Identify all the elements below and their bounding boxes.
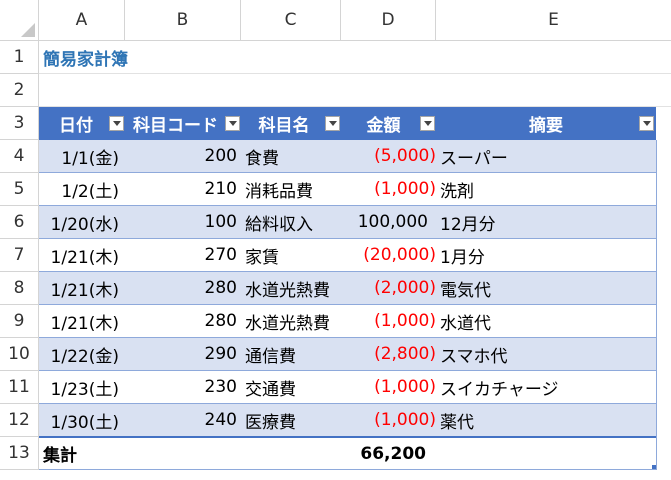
select-all-corner[interactable]	[0, 0, 39, 41]
row-header-10[interactable]: 10	[0, 338, 39, 371]
table-right-border	[656, 140, 657, 470]
table-resize-handle[interactable]	[652, 465, 656, 469]
cell-name[interactable]: 消耗品費	[245, 173, 345, 205]
table-row: 1/20(水) 100 給料収入 100,000 12月分	[39, 206, 656, 239]
row-14-partial	[39, 470, 671, 480]
cell-memo[interactable]: スイカチャージ	[440, 371, 655, 403]
table-row: 1/2(土) 210 消耗品費 (1,000) 洗剤	[39, 173, 656, 206]
column-header-b[interactable]: B	[125, 0, 241, 41]
sheet-title[interactable]: 簡易家計簿	[43, 41, 243, 73]
cell-date[interactable]: 1/21(木)	[39, 305, 125, 337]
row-header-13[interactable]: 13	[0, 437, 39, 470]
row-header-3[interactable]: 3	[0, 107, 39, 140]
row-header-12[interactable]: 12	[0, 404, 39, 437]
cell-name[interactable]: 食費	[245, 140, 345, 172]
filter-code-button[interactable]	[225, 116, 240, 131]
row-header-7[interactable]: 7	[0, 239, 39, 272]
cell-amount[interactable]: (1,000)	[341, 404, 436, 436]
cell-date[interactable]: 1/22(金)	[39, 338, 125, 370]
cell-code[interactable]: 240	[125, 404, 241, 436]
row-header-4[interactable]: 4	[0, 140, 39, 173]
cell-name[interactable]: 通信費	[245, 338, 345, 370]
cell-name[interactable]: 給料収入	[245, 206, 345, 238]
filter-memo-button[interactable]	[639, 116, 654, 131]
spreadsheet-grid: A B C D E 1 2 3 4 5 6 7 8 9 10 11 12 13 …	[0, 0, 671, 480]
row-header-5[interactable]: 5	[0, 173, 39, 206]
cell-name[interactable]: 家賃	[245, 239, 345, 271]
chevron-down-icon	[642, 121, 651, 126]
cell-name[interactable]: 水道光熱費	[245, 272, 345, 304]
cell-code[interactable]: 280	[125, 305, 241, 337]
header-memo[interactable]: 摘要	[436, 107, 656, 140]
cell-date[interactable]: 1/20(水)	[39, 206, 125, 238]
cell-memo[interactable]: 電気代	[440, 272, 655, 304]
cell-date[interactable]: 1/21(木)	[39, 239, 125, 271]
row-2	[39, 74, 671, 107]
cell-amount[interactable]: (2,800)	[341, 338, 436, 370]
cell-amount[interactable]: (1,000)	[341, 173, 436, 205]
cell-amount[interactable]: (1,000)	[341, 305, 436, 337]
cell-code[interactable]: 210	[125, 173, 241, 205]
cell-code[interactable]: 230	[125, 371, 241, 403]
filter-name-button[interactable]	[325, 116, 340, 131]
cell-code[interactable]: 100	[125, 206, 241, 238]
cell-code[interactable]: 200	[125, 140, 241, 172]
row-header-9[interactable]: 9	[0, 305, 39, 338]
chevron-down-icon	[328, 121, 337, 126]
table-row: 1/1(金) 200 食費 (5,000) スーパー	[39, 140, 656, 173]
row-header-1[interactable]: 1	[0, 41, 39, 74]
header-code[interactable]: 科目コード	[133, 107, 238, 140]
cell-memo[interactable]: 12月分	[440, 206, 655, 238]
cell-date[interactable]: 1/2(土)	[39, 173, 125, 205]
cell-amount[interactable]: (1,000)	[341, 371, 436, 403]
cell-amount[interactable]: (20,000)	[341, 239, 436, 271]
cell-code[interactable]: 270	[125, 239, 241, 271]
total-amount[interactable]: 66,200	[341, 438, 436, 469]
cell-date[interactable]: 1/30(土)	[39, 404, 125, 436]
table-header-row: 日付 科目コード 科目名 金額 摘要	[39, 107, 656, 140]
cell-memo[interactable]: スーパー	[440, 140, 655, 172]
table-row: 1/21(木) 280 水道光熱費 (2,000) 電気代	[39, 272, 656, 305]
table-row: 1/21(木) 280 水道光熱費 (1,000) 水道代	[39, 305, 656, 338]
chevron-down-icon	[423, 121, 432, 126]
select-all-triangle-icon	[21, 23, 35, 37]
cell-name[interactable]: 医療費	[245, 404, 345, 436]
filter-date-button[interactable]	[109, 116, 124, 131]
cell-code[interactable]: 280	[125, 272, 241, 304]
cell-memo[interactable]: スマホ代	[440, 338, 655, 370]
row-header-11[interactable]: 11	[0, 371, 39, 404]
cell-amount[interactable]: 100,000	[341, 206, 436, 238]
chevron-down-icon	[112, 121, 121, 126]
row-header-8[interactable]: 8	[0, 272, 39, 305]
table-row: 1/22(金) 290 通信費 (2,800) スマホ代	[39, 338, 656, 371]
column-header-d[interactable]: D	[341, 0, 436, 41]
column-header-c[interactable]: C	[241, 0, 341, 41]
cell-memo[interactable]: 薬代	[440, 404, 655, 436]
total-row: 集計 66,200	[39, 436, 656, 470]
row-header-2[interactable]: 2	[0, 74, 39, 107]
cell-name[interactable]: 交通費	[245, 371, 345, 403]
cell-name[interactable]: 水道光熱費	[245, 305, 345, 337]
cell-memo[interactable]: 水道代	[440, 305, 655, 337]
cell-memo[interactable]: 1月分	[440, 239, 655, 271]
table-row: 1/23(土) 230 交通費 (1,000) スイカチャージ	[39, 371, 656, 404]
cell-date[interactable]: 1/23(土)	[39, 371, 125, 403]
row-header-6[interactable]: 6	[0, 206, 39, 239]
cell-amount[interactable]: (2,000)	[341, 272, 436, 304]
filter-amount-button[interactable]	[420, 116, 435, 131]
total-label[interactable]: 集計	[43, 438, 123, 469]
cell-memo[interactable]: 洗剤	[440, 173, 655, 205]
column-header-e[interactable]: E	[436, 0, 671, 41]
chevron-down-icon	[228, 121, 237, 126]
cell-date[interactable]: 1/1(金)	[39, 140, 125, 172]
cell-amount[interactable]: (5,000)	[341, 140, 436, 172]
row-1: 簡易家計簿	[39, 41, 671, 74]
table-row: 1/30(土) 240 医療費 (1,000) 薬代	[39, 404, 656, 437]
cell-date[interactable]: 1/21(木)	[39, 272, 125, 304]
cell-code[interactable]: 290	[125, 338, 241, 370]
table-row: 1/21(木) 270 家賃 (20,000) 1月分	[39, 239, 656, 272]
column-header-a[interactable]: A	[39, 0, 125, 41]
